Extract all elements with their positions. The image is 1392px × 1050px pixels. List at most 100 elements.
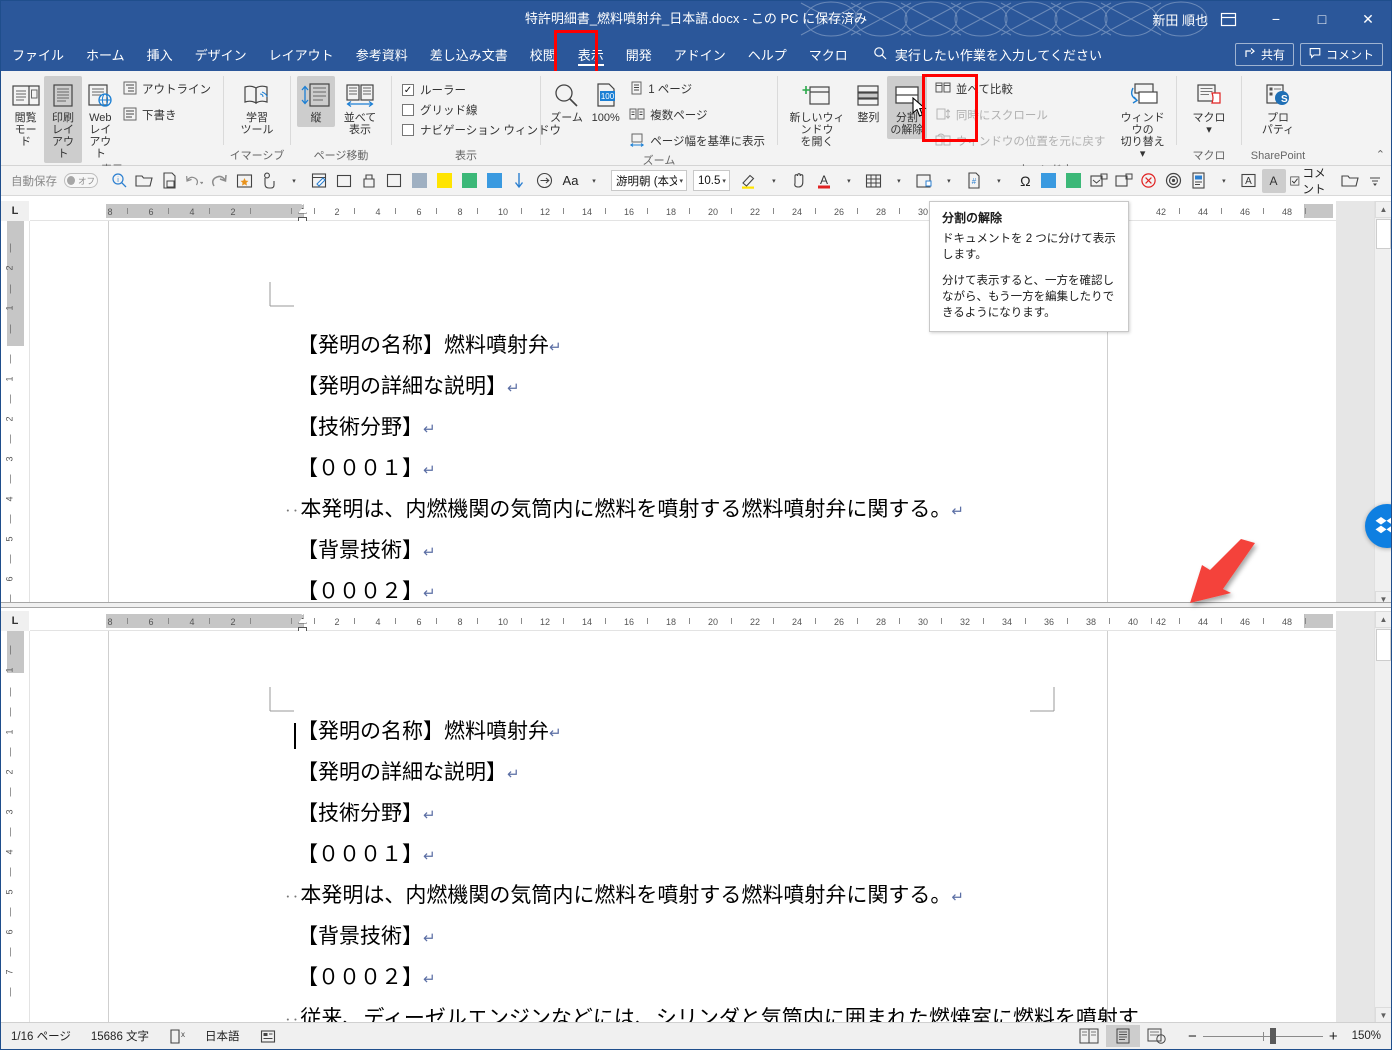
multiple-pages-button[interactable]: 複数ページ bbox=[625, 104, 771, 128]
collapse-ribbon-icon[interactable]: ⌃ bbox=[1376, 148, 1385, 161]
zoom-out-button[interactable]: − bbox=[1188, 1028, 1197, 1045]
page-sheet-bottom[interactable]: 【発明の名称】燃料噴射弁↵ 【発明の詳細な説明】↵ 【技術分野】↵ 【０００１】… bbox=[108, 631, 1139, 1024]
close-button[interactable]: ✕ bbox=[1345, 1, 1391, 37]
scroll-thumb-top[interactable] bbox=[1376, 219, 1391, 249]
gridlines-checkbox[interactable]: グリッド線 bbox=[398, 100, 482, 120]
print-layout-button[interactable]: 印刷 レイアウト bbox=[44, 76, 82, 163]
redo-icon[interactable] bbox=[207, 169, 231, 193]
zoom-level-label[interactable]: 150% bbox=[1352, 1030, 1381, 1042]
document-text-block-bottom[interactable]: 【発明の名称】燃料噴射弁↵ 【発明の詳細な説明】↵ 【技術分野】↵ 【０００１】… bbox=[285, 712, 1154, 1024]
zoom-in-button[interactable]: + bbox=[1329, 1028, 1338, 1045]
tab-stop-selector-top[interactable]: L bbox=[1, 201, 30, 221]
delete-circle-icon[interactable] bbox=[1137, 169, 1161, 193]
tab-insert[interactable]: 挿入 bbox=[136, 37, 184, 71]
language-indicator[interactable]: 日本語 bbox=[195, 1028, 250, 1044]
print-layout-view-button[interactable] bbox=[1106, 1025, 1141, 1047]
autosave-toggle[interactable]: オフ bbox=[64, 173, 98, 188]
right-arrow-circle-icon[interactable] bbox=[532, 169, 556, 193]
tab-home[interactable]: ホーム bbox=[75, 37, 136, 71]
proofing-status[interactable]: x bbox=[159, 1028, 195, 1044]
blue-block-icon[interactable] bbox=[1037, 169, 1061, 193]
font-size-dropdown-icon[interactable]: ▾ bbox=[722, 177, 726, 185]
table-dropdown[interactable]: ▾ bbox=[887, 169, 911, 193]
account-name[interactable]: 新田 順也 bbox=[1152, 10, 1208, 29]
zoom-button[interactable]: ズーム bbox=[547, 76, 586, 127]
open-box-icon[interactable] bbox=[357, 169, 381, 193]
change-case-dropdown[interactable]: ▾ bbox=[582, 169, 606, 193]
draft-button[interactable]: 下書き bbox=[119, 104, 217, 128]
tab-file[interactable]: ファイル bbox=[1, 37, 75, 71]
yellow-square-icon[interactable] bbox=[432, 169, 456, 193]
web-layout-button[interactable]: Web レイアウト bbox=[82, 76, 119, 163]
tell-me-box[interactable]: 実行したい作業を入力してください bbox=[873, 37, 1102, 71]
favorite-folder-icon[interactable] bbox=[232, 169, 256, 193]
zoom-slider[interactable] bbox=[1202, 1026, 1323, 1046]
edit-document-icon[interactable] bbox=[307, 169, 331, 193]
insert-object-dropdown[interactable]: ▾ bbox=[937, 169, 961, 193]
font-name-dropdown-icon[interactable]: ▾ bbox=[679, 177, 683, 185]
green-block-icon[interactable] bbox=[1062, 169, 1086, 193]
document-properties-icon[interactable] bbox=[1187, 169, 1211, 193]
document-properties-dropdown[interactable]: ▾ bbox=[1212, 169, 1236, 193]
change-case-icon[interactable]: Aa bbox=[557, 169, 581, 193]
read-mode-view-button[interactable] bbox=[1072, 1025, 1106, 1047]
ribbon-display-options-icon[interactable] bbox=[1220, 11, 1237, 28]
page-indicator[interactable]: 1/16 ページ bbox=[1, 1028, 81, 1044]
open-file-icon[interactable] bbox=[1338, 169, 1362, 193]
page-canvas-bottom[interactable]: 【発明の名称】燃料噴射弁↵ 【発明の詳細な説明】↵ 【技術分野】↵ 【０００１】… bbox=[30, 631, 1336, 1024]
tab-help[interactable]: ヘルプ bbox=[737, 37, 798, 71]
tab-macro[interactable]: マクロ bbox=[798, 37, 859, 71]
read-mode-button[interactable]: 閲覧モード bbox=[7, 76, 44, 151]
insert-object-icon[interactable] bbox=[912, 169, 936, 193]
scroll-up-button-top[interactable]: ▲ bbox=[1375, 201, 1391, 218]
tab-stop-selector-bottom[interactable]: L bbox=[1, 611, 30, 631]
vertical-scrollbar-bottom[interactable]: ▲ ▼ bbox=[1374, 611, 1391, 1024]
move-to-folder-icon[interactable] bbox=[1087, 169, 1111, 193]
navigation-pane-checkbox[interactable]: ナビゲーション ウィンドウ bbox=[398, 120, 565, 140]
field-code-icon[interactable]: # bbox=[962, 169, 986, 193]
outline-button[interactable]: アウトライン bbox=[119, 78, 217, 102]
side-to-side-button[interactable]: 並べて 表示 bbox=[335, 76, 385, 139]
page-width-button[interactable]: ページ幅を基準に表示 bbox=[625, 130, 771, 154]
zoom-controls[interactable]: − + 150% bbox=[1174, 1026, 1391, 1046]
ruler-band-top[interactable]: 8 6 4 2 2 4 6 8 10 12 14 16 18 20 22 24 … bbox=[31, 201, 1391, 225]
maximize-button[interactable]: □ bbox=[1299, 1, 1345, 37]
arrange-all-button[interactable]: 整列 bbox=[850, 76, 887, 127]
record-macro-button[interactable] bbox=[250, 1029, 286, 1044]
vertical-scroll-button[interactable]: 縦 bbox=[297, 76, 335, 127]
search-zoom-icon[interactable]: i bbox=[107, 169, 131, 193]
text-highlight-a-icon[interactable]: A bbox=[1261, 168, 1286, 193]
highlight-dropdown[interactable]: ▾ bbox=[762, 169, 786, 193]
one-page-button[interactable]: 1 ページ bbox=[625, 78, 771, 102]
font-color-dropdown[interactable]: ▾ bbox=[837, 169, 861, 193]
field-code-dropdown[interactable]: ▾ bbox=[987, 169, 1011, 193]
learning-tools-button[interactable]: 学習 ツール bbox=[230, 76, 284, 139]
tab-review[interactable]: 校閲 bbox=[519, 37, 567, 71]
more-commands-icon[interactable] bbox=[1363, 169, 1387, 193]
word-count[interactable]: 15686 文字 bbox=[81, 1028, 159, 1044]
table-icon[interactable] bbox=[862, 169, 886, 193]
font-name-box[interactable]: 游明朝 (本文( ▾ bbox=[611, 170, 687, 191]
save-as-icon[interactable] bbox=[157, 169, 181, 193]
tab-view[interactable]: 表示 bbox=[566, 37, 615, 71]
window-split-bar[interactable] bbox=[1, 602, 1391, 608]
autosave-control[interactable]: 自動保存 オフ bbox=[5, 173, 106, 189]
new-window-button[interactable]: 新しいウィンドウ を開く bbox=[784, 76, 850, 151]
ruler-checkbox[interactable]: ✓ ルーラー bbox=[398, 80, 470, 100]
tab-developer[interactable]: 開発 bbox=[615, 37, 663, 71]
comment-check-button[interactable]: コメント bbox=[1287, 168, 1337, 196]
blank-square-icon[interactable] bbox=[382, 169, 406, 193]
ruler-band-bottom[interactable]: 8 6 4 2 2 4 6 8 10 12 14 16 18 20 22 24 … bbox=[31, 611, 1391, 635]
document-text-block-top[interactable]: 【発明の名称】燃料噴射弁↵ 【発明の詳細な説明】↵ 【技術分野】↵ 【０００１】… bbox=[285, 326, 1139, 608]
zoom-100-button[interactable]: 100 100% bbox=[586, 76, 625, 127]
highlight-color-icon[interactable] bbox=[737, 169, 761, 193]
comments-button[interactable]: コメント bbox=[1299, 42, 1383, 66]
font-size-box[interactable]: 10.5 ▾ bbox=[693, 170, 730, 191]
tab-layout[interactable]: レイアウト bbox=[258, 37, 345, 71]
scroll-thumb-bottom[interactable] bbox=[1376, 629, 1391, 661]
open-folder-icon[interactable] bbox=[132, 169, 156, 193]
text-box-a-icon[interactable]: A bbox=[1237, 169, 1261, 193]
hand-pointer-dropdown[interactable]: ▾ bbox=[282, 169, 306, 193]
scroll-up-button-bottom[interactable]: ▲ bbox=[1375, 611, 1391, 628]
page-canvas-top[interactable]: 【発明の名称】燃料噴射弁↵ 【発明の詳細な説明】↵ 【技術分野】↵ 【０００１】… bbox=[30, 221, 1336, 608]
